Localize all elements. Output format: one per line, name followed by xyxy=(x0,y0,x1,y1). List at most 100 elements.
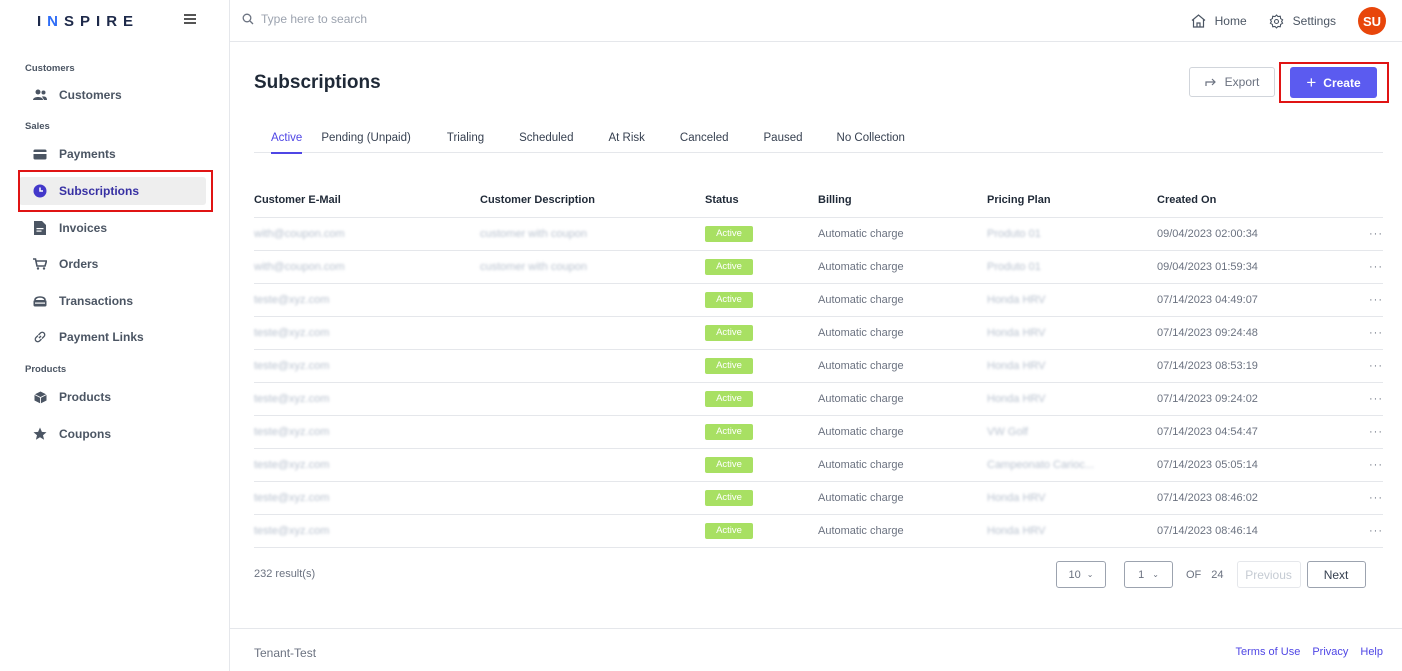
sidebar-item-label: Coupons xyxy=(59,427,111,441)
sidebar-item-label: Transactions xyxy=(59,294,134,308)
table-row[interactable]: teste@xyz.com Active Automatic charge Honda… xyxy=(254,284,1383,317)
status-badge: Active xyxy=(705,226,753,242)
cart-icon xyxy=(33,257,47,271)
row-menu-icon[interactable]: ··· xyxy=(1347,492,1383,504)
help-link[interactable]: Help xyxy=(1360,646,1383,658)
cell-pricing-plan: Honda HRV xyxy=(987,360,1046,372)
row-menu-icon[interactable]: ··· xyxy=(1347,327,1383,339)
page-number-select[interactable]: 1 ⌄ xyxy=(1124,561,1173,588)
sidebar-item-payment-links[interactable]: Payment Links xyxy=(19,323,206,351)
cell-created-on: 07/14/2023 08:46:02 xyxy=(1157,492,1258,504)
cell-status: Active xyxy=(705,226,818,242)
search-input[interactable] xyxy=(261,12,481,26)
cell-status: Active xyxy=(705,358,818,374)
row-menu-icon[interactable]: ··· xyxy=(1347,228,1383,240)
topbar: Home Settings SU xyxy=(230,0,1402,42)
cell-billing: Automatic charge xyxy=(818,327,904,339)
tab-active[interactable]: Active xyxy=(271,129,303,154)
settings-link[interactable]: Settings xyxy=(1269,13,1336,29)
brand-logo: INSPIRE xyxy=(0,0,229,42)
cell-description: customer with coupon xyxy=(480,261,587,273)
header-email[interactable]: Customer E-Mail xyxy=(254,194,480,206)
wallet-icon xyxy=(33,294,47,308)
header-status[interactable]: Status xyxy=(705,194,818,206)
sidebar-item-payments[interactable]: Payments xyxy=(19,140,206,168)
table-row[interactable]: teste@xyz.com Active Automatic charge Campe… xyxy=(254,449,1383,482)
sidebar-item-invoices[interactable]: Invoices xyxy=(19,214,206,242)
home-label: Home xyxy=(1214,14,1247,28)
cell-pricing-plan: Campeonato Carioc... xyxy=(987,459,1094,471)
tab-canceled[interactable]: Canceled xyxy=(680,129,729,153)
table-row[interactable]: with@coupon.com customer with coupon Activ… xyxy=(254,218,1383,251)
header-created-on[interactable]: Created On xyxy=(1157,194,1347,206)
row-menu-icon[interactable]: ··· xyxy=(1347,426,1383,438)
header-pricing-plan[interactable]: Pricing Plan xyxy=(987,194,1157,206)
export-icon xyxy=(1205,78,1216,86)
next-button[interactable]: Next xyxy=(1306,561,1366,588)
sidebar-item-products[interactable]: Products xyxy=(19,383,206,411)
table-row[interactable]: teste@xyz.com Active Automatic charge Honda… xyxy=(254,383,1383,416)
cell-email: teste@xyz.com xyxy=(254,459,330,471)
export-button[interactable]: Export xyxy=(1189,67,1275,97)
cell-billing: Automatic charge xyxy=(818,228,904,240)
cell-pricing-plan: Honda HRV xyxy=(987,525,1046,537)
of-label: OF xyxy=(1186,568,1202,581)
cell-billing: Automatic charge xyxy=(818,426,904,438)
export-label: Export xyxy=(1224,75,1260,89)
cell-created-on: 07/14/2023 09:24:02 xyxy=(1157,393,1258,405)
tab-pending-unpaid[interactable]: Pending (Unpaid) xyxy=(321,129,411,153)
tab-trialing[interactable]: Trialing xyxy=(447,129,484,153)
tenant-name: Tenant-Test xyxy=(254,646,317,660)
tab-paused[interactable]: Paused xyxy=(764,129,803,153)
row-menu-icon[interactable]: ··· xyxy=(1347,294,1383,306)
brand-text: INSPIRE xyxy=(37,12,140,30)
cell-description: customer with coupon xyxy=(480,228,587,240)
cell-pricing-plan: Honda HRV xyxy=(987,294,1046,306)
privacy-link[interactable]: Privacy xyxy=(1312,646,1348,658)
header-billing[interactable]: Billing xyxy=(818,194,987,206)
header-description[interactable]: Customer Description xyxy=(480,194,705,206)
home-link[interactable]: Home xyxy=(1191,14,1247,28)
cell-pricing-plan: Honda HRV xyxy=(987,492,1046,504)
cell-email: teste@xyz.com xyxy=(254,426,330,438)
row-menu-icon[interactable]: ··· xyxy=(1347,360,1383,372)
row-menu-icon[interactable]: ··· xyxy=(1347,525,1383,537)
table-row[interactable]: teste@xyz.com Active Automatic charge VW Go… xyxy=(254,416,1383,449)
table-row[interactable]: teste@xyz.com Active Automatic charge Honda… xyxy=(254,515,1383,548)
cell-pricing-plan: Produto 01 xyxy=(987,261,1041,273)
cell-status: Active xyxy=(705,391,818,407)
row-menu-icon[interactable]: ··· xyxy=(1347,393,1383,405)
star-icon xyxy=(33,427,47,441)
sidebar-item-orders[interactable]: Orders xyxy=(19,250,206,278)
page-size-select[interactable]: 10 ⌄ xyxy=(1056,561,1106,588)
users-icon xyxy=(33,88,47,102)
chevron-down-icon: ⌄ xyxy=(1152,570,1159,579)
table-row[interactable]: teste@xyz.com Active Automatic charge Honda… xyxy=(254,482,1383,515)
sidebar: INSPIRE Customers Customers Sales Paymen… xyxy=(0,0,230,671)
link-icon xyxy=(33,330,47,344)
highlight-box-subscriptions xyxy=(18,170,213,212)
menu-toggle-icon[interactable] xyxy=(184,14,196,24)
row-menu-icon[interactable]: ··· xyxy=(1347,459,1383,471)
cell-status: Active xyxy=(705,325,818,341)
table-row[interactable]: with@coupon.com customer with coupon Activ… xyxy=(254,251,1383,284)
tab-at-risk[interactable]: At Risk xyxy=(608,129,644,153)
sidebar-item-customers[interactable]: Customers xyxy=(19,81,206,109)
table-row[interactable]: teste@xyz.com Active Automatic charge Honda… xyxy=(254,317,1383,350)
status-badge: Active xyxy=(705,490,753,506)
tab-no-collection[interactable]: No Collection xyxy=(837,129,905,153)
previous-button[interactable]: Previous xyxy=(1236,561,1301,588)
avatar[interactable]: SU xyxy=(1358,7,1386,35)
sidebar-item-coupons[interactable]: Coupons xyxy=(19,420,206,448)
tab-scheduled[interactable]: Scheduled xyxy=(519,129,573,153)
results-count: 232 result(s) xyxy=(254,568,316,580)
cell-billing: Automatic charge xyxy=(818,360,904,372)
table-body: with@coupon.com customer with coupon Activ… xyxy=(254,218,1383,548)
row-menu-icon[interactable]: ··· xyxy=(1347,261,1383,273)
sidebar-item-transactions[interactable]: Transactions xyxy=(19,287,206,315)
table-row[interactable]: teste@xyz.com Active Automatic charge Honda… xyxy=(254,350,1383,383)
cell-status: Active xyxy=(705,259,818,275)
terms-link[interactable]: Terms of Use xyxy=(1236,646,1301,658)
cell-created-on: 07/14/2023 04:49:07 xyxy=(1157,294,1258,306)
search-bar xyxy=(242,12,481,26)
